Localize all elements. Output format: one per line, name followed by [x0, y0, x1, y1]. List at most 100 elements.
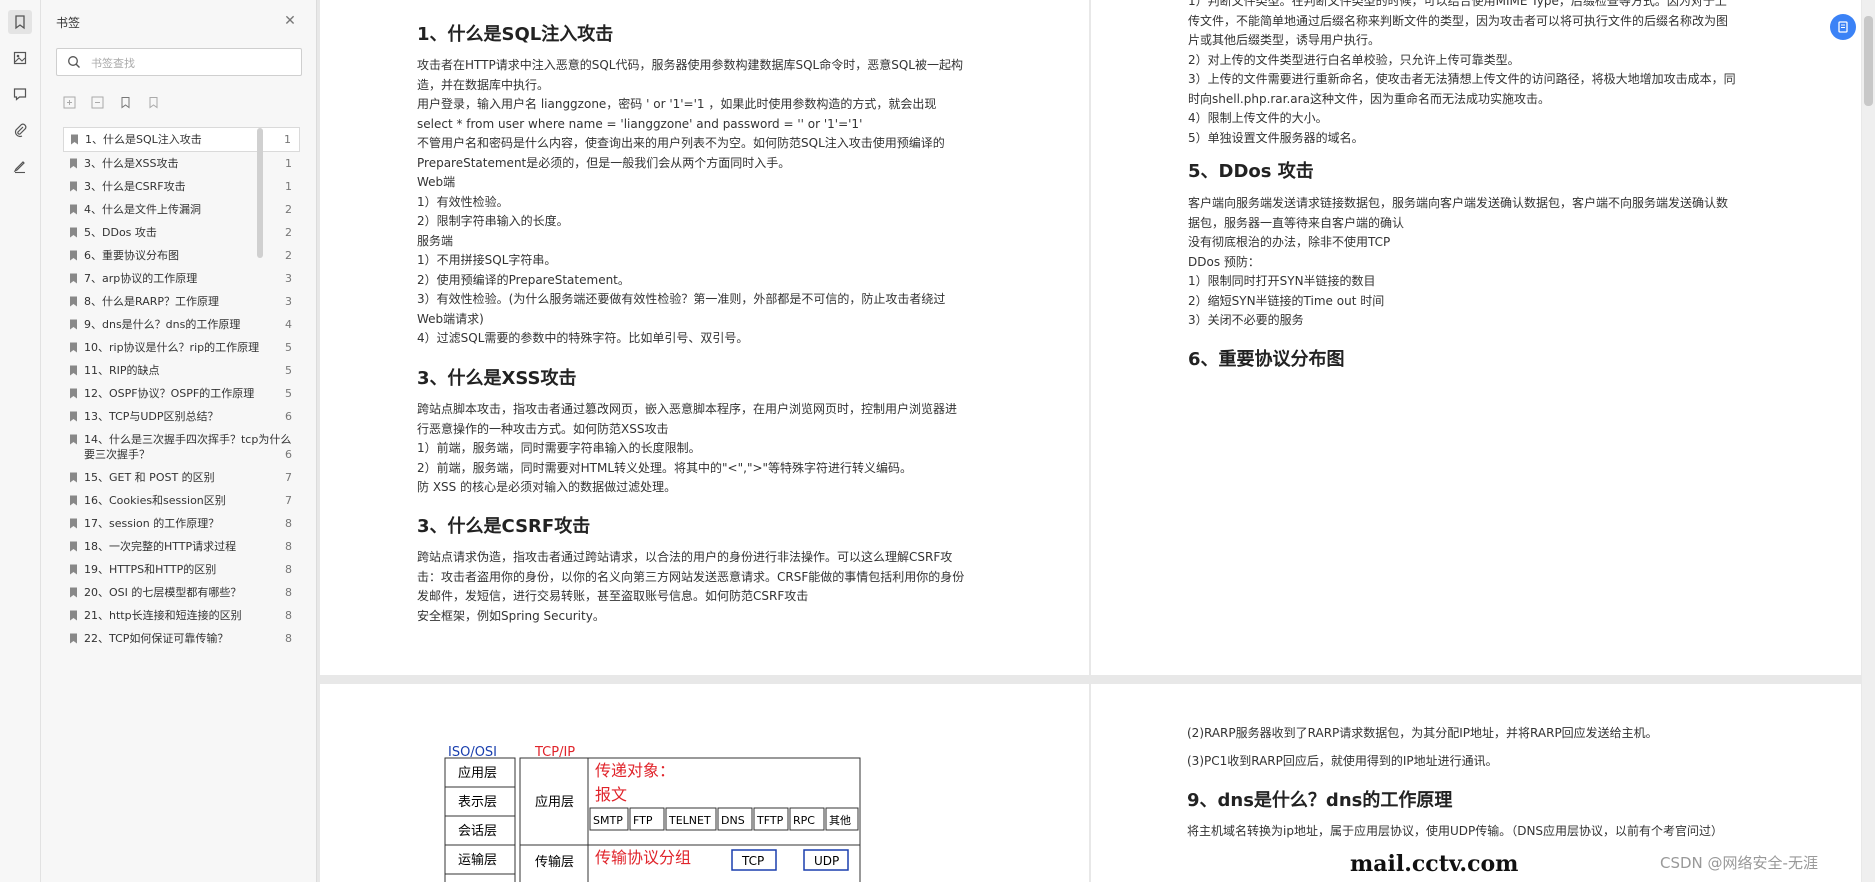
bookmark-item[interactable]: 18、一次完整的HTTP请求过程 8	[63, 535, 300, 558]
text-line: 2）对上传的文件类型进行白名单校验，只允许上传可靠类型。	[1188, 52, 1520, 67]
bookmark-page: 8	[285, 632, 292, 645]
text-line: 1）限制同时打开SYN半链接的数目	[1188, 274, 1376, 288]
bookmark-page: 2	[285, 226, 292, 239]
text-line: 安全框架，例如Spring Security。	[417, 608, 605, 623]
text-line: 2）限制字符串输入的长度。	[417, 214, 569, 228]
bookmark-label: 8、什么是RARP？工作原理	[84, 295, 219, 308]
bookmark-item[interactable]: 7、arp协议的工作原理 3	[63, 267, 300, 290]
text-line: 3）上传的文件需要进行重新命名，使攻击者无法猜想上传文件的访问路径，将极大地增加…	[1188, 72, 1736, 86]
bookmark-page: 7	[285, 471, 292, 484]
add-bookmark-icon[interactable]	[117, 94, 133, 110]
bookmark-item[interactable]: 8、什么是RARP？工作原理 3	[63, 290, 300, 313]
bookmark-item[interactable]: 15、GET 和 POST 的区别 7	[63, 466, 300, 489]
bookmark-item-icon	[70, 541, 77, 552]
text-line: 不管用户名和密码是什么内容，使查询出来的用户列表不为空。如何防范SQL注入攻击使…	[417, 136, 945, 150]
heading-protocol: 6、重要协议分布图	[1188, 349, 1345, 370]
bookmark-item-icon	[70, 610, 77, 621]
bookmark-label: 7、arp协议的工作原理	[84, 272, 198, 285]
transport-layer-label: 传输层	[535, 854, 574, 870]
attachment-icon[interactable]	[8, 118, 32, 142]
assistant-button[interactable]	[1830, 14, 1856, 40]
bookmark-item[interactable]: 6、重要协议分布图 2	[63, 244, 300, 267]
close-icon[interactable]: ✕	[283, 14, 297, 28]
bookmark-label: 10、rip协议是什么？rip的工作原理	[84, 341, 260, 354]
bookmark-label: 12、OSPF协议？OSPF的工作原理	[84, 387, 255, 400]
bookmark-item[interactable]: 10、rip协议是什么？rip的工作原理 5	[63, 336, 300, 359]
collapse-all-icon[interactable]	[89, 94, 105, 110]
bookmark-page: 5	[285, 341, 292, 354]
text-line: 4）过滤SQL需要的参数中的特殊字符。比如单引号、双引号。	[417, 331, 749, 345]
bookmark-item-icon	[70, 411, 77, 422]
bookmark-item[interactable]: 12、OSPF协议？OSPF的工作原理 5	[63, 382, 300, 405]
signature-icon[interactable]	[8, 154, 32, 178]
diagram-annotation: 报文	[595, 785, 627, 804]
bookmark-icon[interactable]	[8, 10, 32, 34]
document-scrollbar[interactable]	[1862, 0, 1875, 882]
protocol-label: RPC	[793, 814, 815, 827]
bookmark-item-icon	[70, 204, 77, 215]
document-icon	[1838, 21, 1848, 33]
bookmark-item-icon	[70, 250, 77, 261]
bookmark-item-icon	[70, 273, 77, 284]
bookmark-item[interactable]: 5、DDos 攻击 2	[63, 221, 300, 244]
bookmark-label: 13、TCP与UDP区别总结？	[84, 410, 219, 423]
bookmark-item[interactable]: 22、TCP如何保证可靠传输？ 8	[63, 627, 300, 650]
bookmark-search[interactable]	[56, 48, 302, 76]
bookmark-item[interactable]: 13、TCP与UDP区别总结？ 6	[63, 405, 300, 428]
tcp-label: TCP	[741, 854, 764, 868]
text-line: 行恶意操作的一种攻击方式。如何防范XSS攻击	[417, 421, 669, 436]
text-line: 5）单独设置文件服务器的域名。	[1188, 130, 1364, 145]
paragraph-csrf: 跨站点请求伪造，指攻击者通过跨站请求，以合法的用户的身份进行非法操作。可以这么理…	[417, 548, 964, 626]
text-line: 1）前端，服务端，同时需要字符串输入的长度限制。	[417, 441, 701, 455]
layer-label: 运输层	[458, 852, 497, 868]
text-line: 没有彻底根治的办法，除非不使用TCP	[1188, 235, 1391, 249]
search-input[interactable]	[89, 53, 293, 73]
document-scrollbar-thumb[interactable]	[1864, 16, 1873, 106]
text-line: 造，并在数据库中执行。	[417, 77, 550, 92]
bookmark-item[interactable]: 14、什么是三次握手四次挥手？tcp为什么要三次握手？ 6	[63, 428, 300, 466]
protocol-label: FTP	[633, 814, 653, 827]
text-line: 据包，服务器一直等待来自客户端的确认	[1188, 215, 1405, 230]
bookmark-item[interactable]: 20、OSI 的七层模型都有哪些？ 8	[63, 581, 300, 604]
expand-all-icon[interactable]	[61, 94, 77, 110]
panel-title: 书签	[56, 16, 81, 30]
thumbnail-icon[interactable]	[8, 46, 32, 70]
bookmark-item[interactable]: 1、什么是SQL注入攻击 1	[63, 127, 300, 152]
bookmark-item[interactable]: 3、什么是CSRF攻击 1	[63, 175, 300, 198]
bookmark-item[interactable]: 21、http长连接和短连接的区别 8	[63, 604, 300, 627]
bookmark-label: 9、dns是什么？dns的工作原理	[84, 318, 241, 331]
comment-icon[interactable]	[8, 82, 32, 106]
bookmark-label: 19、HTTPS和HTTP的区别	[84, 563, 217, 576]
paragraph-dns: 将主机域名转换为ip地址，属于应用层协议，使用UDP传输。（DNS应用层协议，以…	[1187, 824, 1724, 838]
bookmark-item[interactable]: 17、session 的工作原理？ 8	[63, 512, 300, 535]
bookmark-item[interactable]: 16、Cookies和session区别 7	[63, 489, 300, 512]
bookmark-page: 4	[285, 318, 292, 331]
bookmark-item[interactable]: 19、HTTPS和HTTP的区别 8	[63, 558, 300, 581]
diagram-annotation: 传输协议分组	[595, 848, 691, 867]
bookmark-page: 3	[285, 272, 292, 285]
bookmark-label: 22、TCP如何保证可靠传输？	[84, 632, 229, 645]
bookmark-item[interactable]: 3、什么是XSS攻击 1	[63, 152, 300, 175]
layer-label: 表示层	[458, 795, 497, 810]
bookmark-label: 18、一次完整的HTTP请求过程	[84, 540, 237, 553]
bookmark-tools	[61, 94, 161, 110]
bookmark-page: 5	[285, 387, 292, 400]
text-line: 跨站点脚本攻击，指攻击者通过篡改网页，嵌入恶意脚本程序，在用户浏览网页时，控制用…	[417, 402, 958, 416]
scrollbar[interactable]	[257, 128, 263, 258]
text-line: 1）判断文件类型。在判断文件类型的时候，可以结合使用MIME Type，后缀检查…	[1188, 0, 1727, 8]
text-line: 4）限制上传文件的大小。	[1188, 111, 1328, 125]
protocol-label: 其他	[829, 814, 851, 827]
bookmark-item[interactable]: 4、什么是文件上传漏洞 2	[63, 198, 300, 221]
bookmark-item-icon	[70, 564, 77, 575]
text-line: 时向shell.php.rar.ara这种文件，因为重命名而无法成功实施攻击。	[1188, 91, 1550, 106]
text-line: Web端	[417, 175, 456, 189]
bookmark-item[interactable]: 11、RIP的缺点 5	[63, 359, 300, 382]
search-icon	[68, 56, 80, 68]
udp-label: UDP	[814, 854, 839, 868]
bookmark-item-icon	[70, 633, 77, 644]
watermark: CSDN @网络安全-无涯	[1660, 854, 1818, 872]
bookmark-page: 2	[285, 203, 292, 216]
bookmark-item[interactable]: 9、dns是什么？dns的工作原理 4	[63, 313, 300, 336]
remove-bookmark-icon[interactable]	[145, 94, 161, 110]
bookmark-label: 3、什么是XSS攻击	[84, 157, 179, 170]
